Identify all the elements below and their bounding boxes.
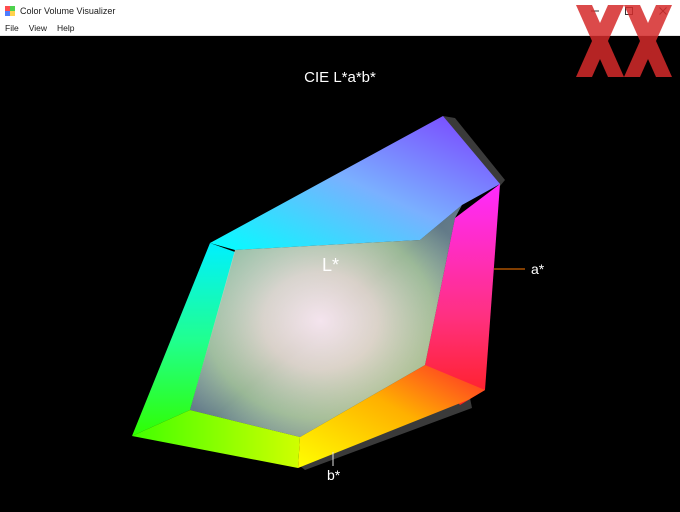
a-axis-label: a* — [531, 261, 545, 277]
app-window: Color Volume Visualizer File View Help C… — [0, 0, 680, 512]
menu-file[interactable]: File — [0, 21, 24, 35]
menu-help[interactable]: Help — [52, 21, 79, 35]
window-title: Color Volume Visualizer — [20, 5, 116, 16]
chart-title: CIE L*a*b* — [304, 69, 376, 86]
app-icon — [5, 5, 15, 16]
logo-xx-watermark — [576, 5, 672, 77]
l-axis-label: L* — [322, 255, 340, 275]
b-axis-label: b* — [327, 467, 341, 483]
menu-view[interactable]: View — [24, 21, 52, 35]
3d-viewport[interactable] — [0, 5, 680, 512]
gamut-volume-render — [132, 116, 525, 470]
